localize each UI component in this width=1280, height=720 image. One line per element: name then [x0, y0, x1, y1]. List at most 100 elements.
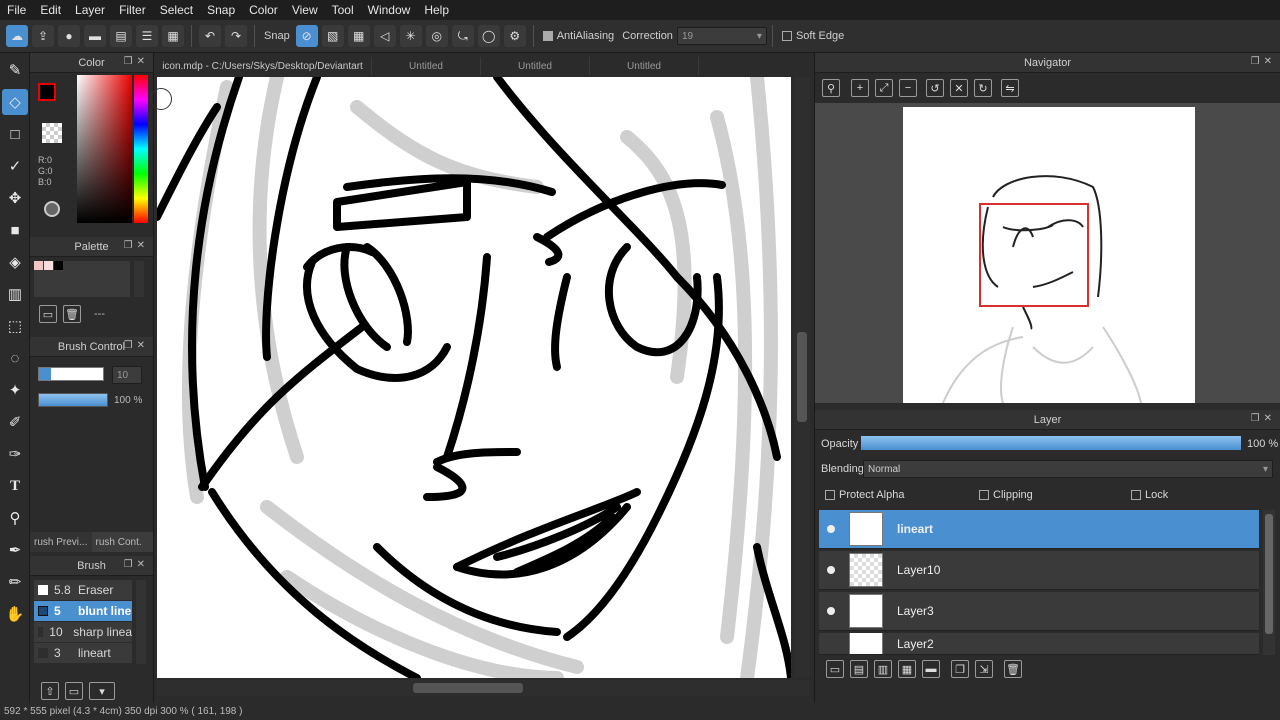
horizontal-scrollbar[interactable] [157, 680, 809, 696]
visibility-eye-icon[interactable] [827, 566, 835, 574]
protect-alpha-toggle[interactable]: Protect Alpha [825, 489, 904, 501]
soft-edge-toggle[interactable]: Soft Edge [781, 30, 844, 42]
background-color-swatch[interactable] [42, 123, 62, 143]
menu-tool[interactable]: Tool [325, 0, 361, 20]
palette-scrollbar[interactable] [134, 261, 144, 297]
antialiasing-toggle[interactable]: AntiAliasing [542, 30, 614, 42]
menu-edit[interactable]: Edit [33, 0, 68, 20]
rectangle-select-icon[interactable]: □ [2, 121, 28, 147]
menu-window[interactable]: Window [361, 0, 418, 20]
menu-help[interactable]: Help [417, 0, 456, 20]
eraser-tool-icon[interactable]: ◇ [2, 89, 28, 115]
layer-row[interactable]: Layer10 [819, 551, 1259, 590]
menu-layer[interactable]: Layer [68, 0, 112, 20]
snap-settings-icon[interactable]: ⚙ [503, 25, 526, 47]
move-tool-icon[interactable]: ✥ [2, 185, 28, 211]
rotate-left-icon[interactable]: ↺ [926, 79, 944, 97]
text-tool-icon[interactable]: T [2, 473, 28, 499]
select-pen-icon[interactable]: ✐ [2, 409, 28, 435]
magic-wand-icon[interactable]: ✦ [2, 377, 28, 403]
comment-icon[interactable]: ▬ [84, 25, 106, 47]
trash-icon[interactable]: 🗑 [63, 305, 81, 323]
tab-untitled-3[interactable]: Untitled [590, 57, 699, 75]
scrollbar-thumb[interactable] [1265, 514, 1273, 634]
panel-controls-icon[interactable]: ❐✕ [1251, 56, 1276, 67]
drawing-canvas[interactable] [157, 77, 791, 678]
snap-circle-icon[interactable]: ◯ [477, 25, 500, 47]
visibility-eye-icon[interactable] [827, 640, 835, 648]
brush-size-slider[interactable] [38, 367, 104, 381]
brush-opacity-slider[interactable] [38, 393, 108, 407]
panel-controls-icon[interactable]: ❐✕ [1251, 413, 1276, 424]
reset-rotation-icon[interactable]: ✕ [950, 79, 968, 97]
panel-controls-icon[interactable]: ❐✕ [124, 56, 149, 67]
new-layer-icon[interactable]: ▭ [826, 660, 844, 678]
select-tool-icon[interactable]: ⬚ [2, 313, 28, 339]
panel-controls-icon[interactable]: ❐✕ [124, 559, 149, 570]
zoom-icon[interactable]: ⚲ [822, 79, 840, 97]
list-icon[interactable]: ☰ [136, 25, 158, 47]
zoom-in-icon[interactable]: + [851, 79, 869, 97]
layer-list-scrollbar[interactable] [1263, 510, 1275, 655]
new-8bit-layer-icon[interactable]: ▥ [874, 660, 892, 678]
menu-color[interactable]: Color [242, 0, 285, 20]
layer-row[interactable]: Layer3 [819, 592, 1259, 631]
snap-parallel-icon[interactable]: ▧ [321, 25, 344, 47]
upload-brush-icon[interactable]: ⇧ [41, 682, 59, 700]
new-palette-icon[interactable]: ▭ [39, 305, 57, 323]
scrollbar-thumb[interactable] [413, 683, 523, 693]
tab-brush-preview[interactable]: rush Previ... [30, 532, 92, 552]
menu-snap[interactable]: Snap [200, 0, 242, 20]
speech-bubble-icon[interactable]: ● [58, 25, 80, 47]
redo-icon[interactable]: ↷ [225, 25, 247, 47]
brush-item[interactable]: 10 sharp linea [34, 622, 132, 642]
visibility-eye-icon[interactable] [827, 607, 835, 615]
new-halftone-layer-icon[interactable]: ▤ [850, 660, 868, 678]
undo-icon[interactable]: ↶ [199, 25, 221, 47]
flip-icon[interactable]: ⇋ [1001, 79, 1019, 97]
panel-controls-icon[interactable]: ❐✕ [124, 340, 149, 351]
clipping-checkbox[interactable] [979, 490, 989, 501]
brush-item[interactable]: 5 blunt line [34, 601, 132, 621]
protect-alpha-checkbox[interactable] [825, 490, 835, 501]
select-eraser-icon[interactable]: ✑ [2, 441, 28, 467]
layer-row[interactable]: Layer2 [819, 633, 1259, 655]
snap-vanishing-icon[interactable]: ◁ [373, 25, 396, 47]
check-icon[interactable]: ✓ [2, 153, 28, 179]
lock-checkbox[interactable] [1131, 490, 1141, 501]
new-1bit-layer-icon[interactable]: ▦ [898, 660, 916, 678]
color-wheel-icon[interactable] [44, 201, 60, 217]
cloud-icon[interactable]: ☁ [6, 25, 28, 47]
clipping-toggle[interactable]: Clipping [979, 489, 1033, 501]
operation-tool-icon[interactable]: ⚲ [2, 505, 28, 531]
visibility-eye-icon[interactable] [827, 525, 835, 533]
correction-select[interactable]: 19 ▾ [676, 27, 767, 45]
panel-controls-icon[interactable]: ❐✕ [124, 240, 149, 251]
pen-icon[interactable]: ✏ [2, 569, 28, 595]
fill-rect-icon[interactable]: ■ [2, 217, 28, 243]
brush-item[interactable]: 5.8 Eraser [34, 580, 132, 600]
blending-select[interactable]: Normal ▾ [863, 460, 1273, 478]
eyedropper-icon[interactable]: ✒ [2, 537, 28, 563]
navigator-view[interactable] [815, 103, 1280, 404]
fit-icon[interactable]: ⤢ [875, 79, 893, 97]
brush-tool-icon[interactable]: ✎ [2, 57, 28, 83]
tab-icon-mdp[interactable]: icon.mdp - C:/Users/Skys/Desktop/Deviant… [154, 57, 372, 75]
tab-untitled-2[interactable]: Untitled [481, 57, 590, 75]
zoom-out-icon[interactable]: − [899, 79, 917, 97]
soft-edge-checkbox[interactable] [781, 31, 792, 42]
snap-off-icon[interactable]: ⊘ [295, 25, 318, 47]
hue-slider[interactable] [134, 75, 148, 223]
antialiasing-checkbox[interactable] [542, 31, 553, 42]
snap-curve-icon[interactable]: ⤿ [451, 25, 474, 47]
brush-menu-icon[interactable]: ▾ [89, 682, 115, 700]
merge-down-icon[interactable]: ⇲ [975, 660, 993, 678]
layer-row[interactable]: lineart [819, 510, 1259, 549]
lock-toggle[interactable]: Lock [1131, 489, 1168, 501]
hand-tool-icon[interactable]: ✋ [2, 601, 28, 627]
bucket-tool-icon[interactable]: ◈ [2, 249, 28, 275]
menu-select[interactable]: Select [153, 0, 200, 20]
menu-file[interactable]: File [0, 0, 33, 20]
saturation-value-picker[interactable] [77, 75, 132, 223]
foreground-color-swatch[interactable] [38, 83, 56, 101]
